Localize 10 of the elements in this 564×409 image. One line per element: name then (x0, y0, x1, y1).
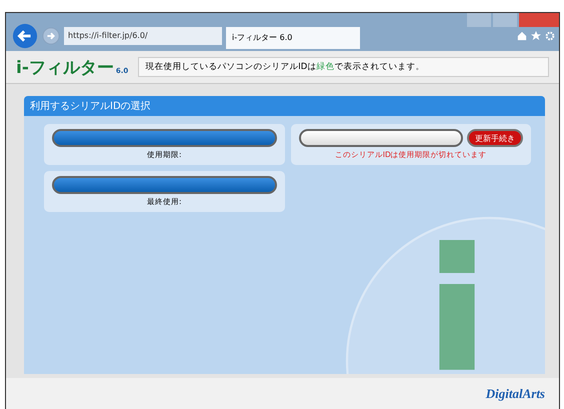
panel-title: 利用するシリアルIDの選択 (24, 96, 545, 116)
home-icon[interactable] (517, 31, 527, 41)
address-bar[interactable]: https://i-filter.jp/6.0/ (64, 27, 222, 45)
serial-button[interactable] (298, 129, 463, 147)
browser-tab[interactable]: i-フィルター 6.0 (226, 27, 360, 49)
status-message: 現在使用しているパソコンのシリアルIDは緑色で表示されています。 (138, 57, 549, 77)
renew-button[interactable]: 更新手続き (467, 129, 523, 147)
settings-icon[interactable] (545, 31, 555, 41)
brand-logo: DigitalArts (486, 386, 545, 402)
star-icon[interactable] (531, 31, 541, 41)
